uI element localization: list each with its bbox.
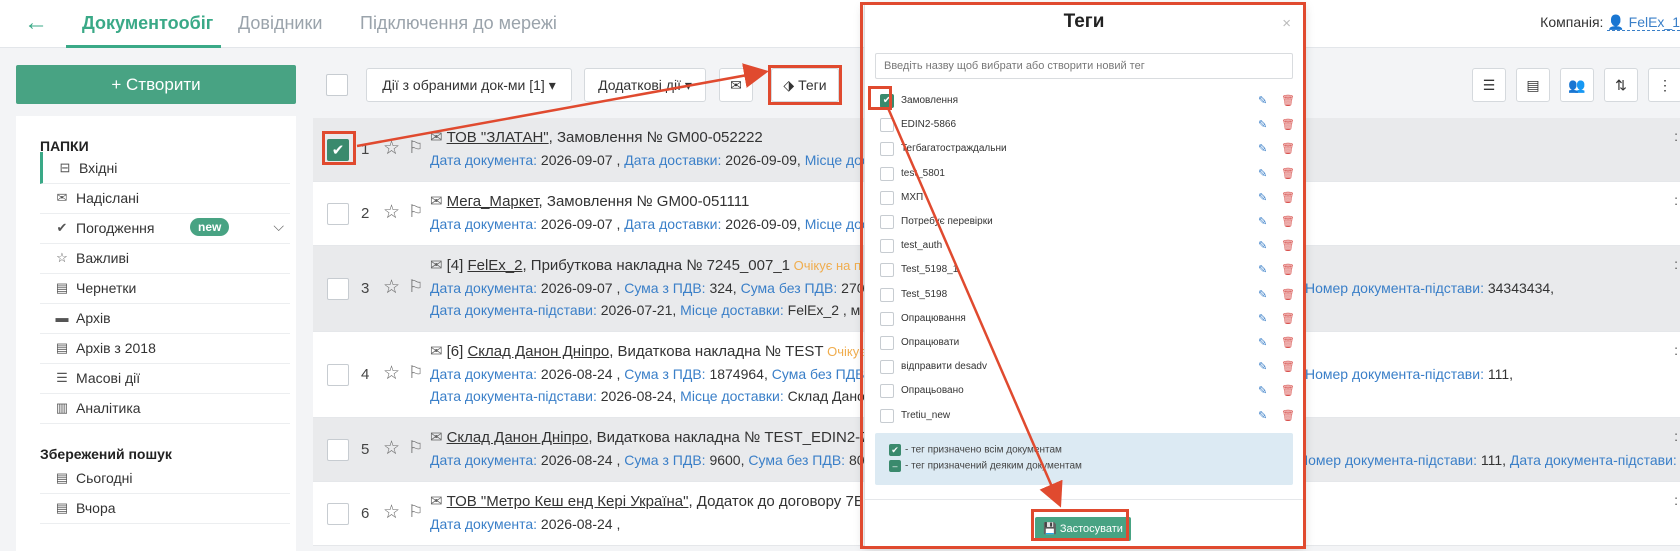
arrow-checkbox-to-tags — [356, 63, 769, 148]
annotation-arrows — [356, 63, 1063, 508]
arrow-tag-to-apply — [886, 107, 1063, 508]
